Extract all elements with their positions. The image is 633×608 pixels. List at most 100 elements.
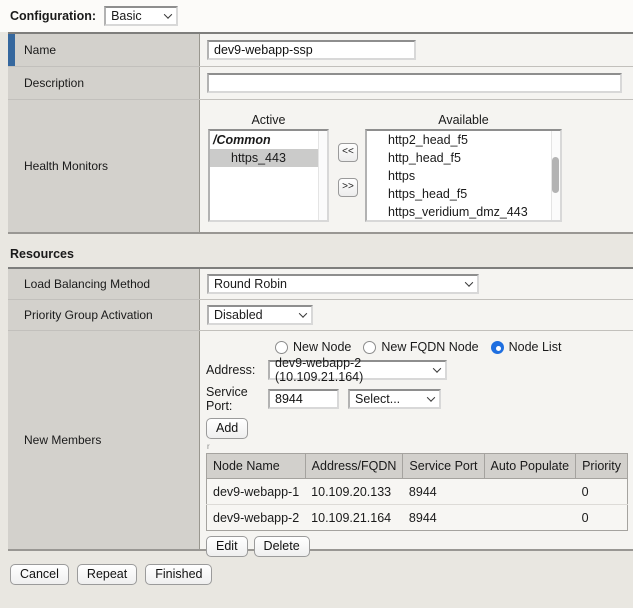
chevron-down-icon [427, 393, 435, 401]
members-header-node-name: Node Name [207, 454, 306, 479]
priority-group-select-value: Disabled [214, 308, 263, 322]
service-port-line: Service Port: Select... [206, 385, 628, 413]
description-label-cell: Description [8, 67, 200, 99]
edit-button[interactable]: Edit [206, 536, 248, 557]
priority-group-label: Priority Group Activation [24, 308, 153, 322]
available-scrollbar-thumb[interactable] [552, 157, 559, 193]
footer-actions: Cancel Repeat Finished [10, 564, 633, 585]
priority-group-value-cell: Disabled [200, 300, 633, 330]
new-members-value-cell: New Node New FQDN Node Node List Address… [200, 331, 633, 549]
table-row[interactable]: dev9-webapp-1 10.109.20.133 8944 0 [207, 479, 628, 505]
members-table: Node Name Address/FQDN Service Port Auto… [206, 453, 628, 531]
health-monitors-label-cell: Health Monitors [8, 100, 200, 232]
service-port-label: Service Port: [206, 385, 268, 413]
configuration-label: Configuration: [10, 9, 96, 23]
member-service-port: 8944 [403, 479, 484, 505]
available-monitor-item[interactable]: https [367, 167, 560, 185]
chevron-down-icon [299, 309, 307, 317]
resources-panel: Load Balancing Method Round Robin Priori… [8, 267, 633, 551]
address-line: Address: dev9-webapp-2 (10.109.21.164) [206, 360, 628, 380]
general-properties-panel: Name Description Health Monitors Active … [8, 32, 633, 234]
active-heading: Active [208, 111, 329, 129]
address-select[interactable]: dev9-webapp-2 (10.109.21.164) [268, 360, 447, 380]
move-buttons: << >> [338, 143, 358, 197]
available-monitors-column: Available http2_head_f5 http_head_f5 htt… [365, 111, 562, 222]
cancel-button[interactable]: Cancel [10, 564, 69, 585]
chevron-down-icon [164, 10, 172, 18]
member-priority: 0 [576, 505, 628, 531]
move-to-available-button[interactable]: >> [338, 178, 358, 197]
service-port-input[interactable] [268, 389, 339, 409]
radio-node-list-label: Node List [509, 340, 562, 354]
member-service-port: 8944 [403, 505, 484, 531]
repeat-button[interactable]: Repeat [77, 564, 137, 585]
members-table-actions: Edit Delete [206, 536, 628, 557]
configuration-select-value: Basic [111, 9, 142, 23]
member-node-name: dev9-webapp-1 [207, 479, 306, 505]
name-label-cell: Name [8, 34, 200, 66]
delete-button[interactable]: Delete [254, 536, 310, 557]
resources-section-title: Resources [10, 247, 633, 261]
add-button[interactable]: Add [206, 418, 248, 439]
members-table-header-row: Node Name Address/FQDN Service Port Auto… [207, 454, 628, 479]
radio-node-list[interactable] [491, 341, 504, 354]
active-monitor-item[interactable]: https_443 [210, 149, 327, 167]
description-row: Description [8, 67, 633, 100]
chevron-down-icon [433, 364, 441, 372]
load-balancing-row: Load Balancing Method Round Robin [8, 269, 633, 300]
health-monitors-value-cell: Active /Common https_443 << >> Available… [200, 100, 633, 232]
table-row[interactable]: dev9-webapp-2 10.109.21.164 8944 0 [207, 505, 628, 531]
radio-new-node-label: New Node [293, 340, 351, 354]
new-members-row: New Members New Node New FQDN Node Node … [8, 331, 633, 549]
members-header-priority: Priority [576, 454, 628, 479]
description-value-cell [200, 67, 633, 99]
member-type-radio-group: New Node New FQDN Node Node List [275, 340, 628, 354]
radio-new-node[interactable] [275, 341, 288, 354]
description-label: Description [24, 76, 84, 90]
chevron-down-icon [465, 278, 473, 286]
move-to-active-button[interactable]: << [338, 143, 358, 162]
load-balancing-label-cell: Load Balancing Method [8, 269, 200, 299]
available-scrollbar-track[interactable] [551, 131, 560, 220]
available-monitor-item[interactable]: http_head_f5 [367, 149, 560, 167]
load-balancing-value-cell: Round Robin [200, 269, 633, 299]
member-address: 10.109.21.164 [305, 505, 403, 531]
available-heading: Available [365, 111, 562, 129]
finished-button[interactable]: Finished [145, 564, 212, 585]
name-label: Name [24, 43, 56, 57]
active-scrollbar-track[interactable] [318, 131, 327, 220]
description-input[interactable] [207, 73, 622, 93]
members-header-address: Address/FQDN [305, 454, 403, 479]
members-header-service-port: Service Port [403, 454, 484, 479]
available-monitor-item[interactable]: http2_head_f5 [367, 131, 560, 149]
available-monitors-listbox[interactable]: http2_head_f5 http_head_f5 https https_h… [365, 129, 562, 222]
health-monitors-label: Health Monitors [24, 159, 108, 173]
load-balancing-select[interactable]: Round Robin [207, 274, 479, 294]
active-monitors-listbox[interactable]: /Common https_443 [208, 129, 329, 222]
active-monitors-column: Active /Common https_443 [208, 111, 329, 222]
address-select-value: dev9-webapp-2 (10.109.21.164) [275, 356, 426, 384]
load-balancing-label: Load Balancing Method [24, 277, 150, 291]
member-node-name: dev9-webapp-2 [207, 505, 306, 531]
partition-group-label: /Common [210, 131, 327, 149]
service-port-select[interactable]: Select... [348, 389, 441, 409]
artifact-glyph: r [207, 442, 628, 452]
available-monitor-item[interactable]: https_veridium_dmz_443 [367, 203, 560, 221]
new-members-label: New Members [24, 433, 101, 447]
name-row: Name [8, 34, 633, 67]
load-balancing-select-value: Round Robin [214, 277, 287, 291]
priority-group-label-cell: Priority Group Activation [8, 300, 200, 330]
service-port-select-value: Select... [355, 392, 400, 406]
name-value-cell [200, 34, 633, 66]
radio-new-fqdn-node[interactable] [363, 341, 376, 354]
address-label: Address: [206, 363, 268, 377]
member-address: 10.109.20.133 [305, 479, 403, 505]
priority-group-select[interactable]: Disabled [207, 305, 313, 325]
radio-new-fqdn-node-label: New FQDN Node [381, 340, 478, 354]
configuration-select[interactable]: Basic [104, 6, 178, 26]
available-monitor-item[interactable]: https_head_f5 [367, 185, 560, 203]
new-members-label-cell: New Members [8, 331, 200, 549]
name-input[interactable] [207, 40, 416, 60]
health-monitors-row: Health Monitors Active /Common https_443… [8, 100, 633, 232]
member-auto-populate [484, 479, 576, 505]
